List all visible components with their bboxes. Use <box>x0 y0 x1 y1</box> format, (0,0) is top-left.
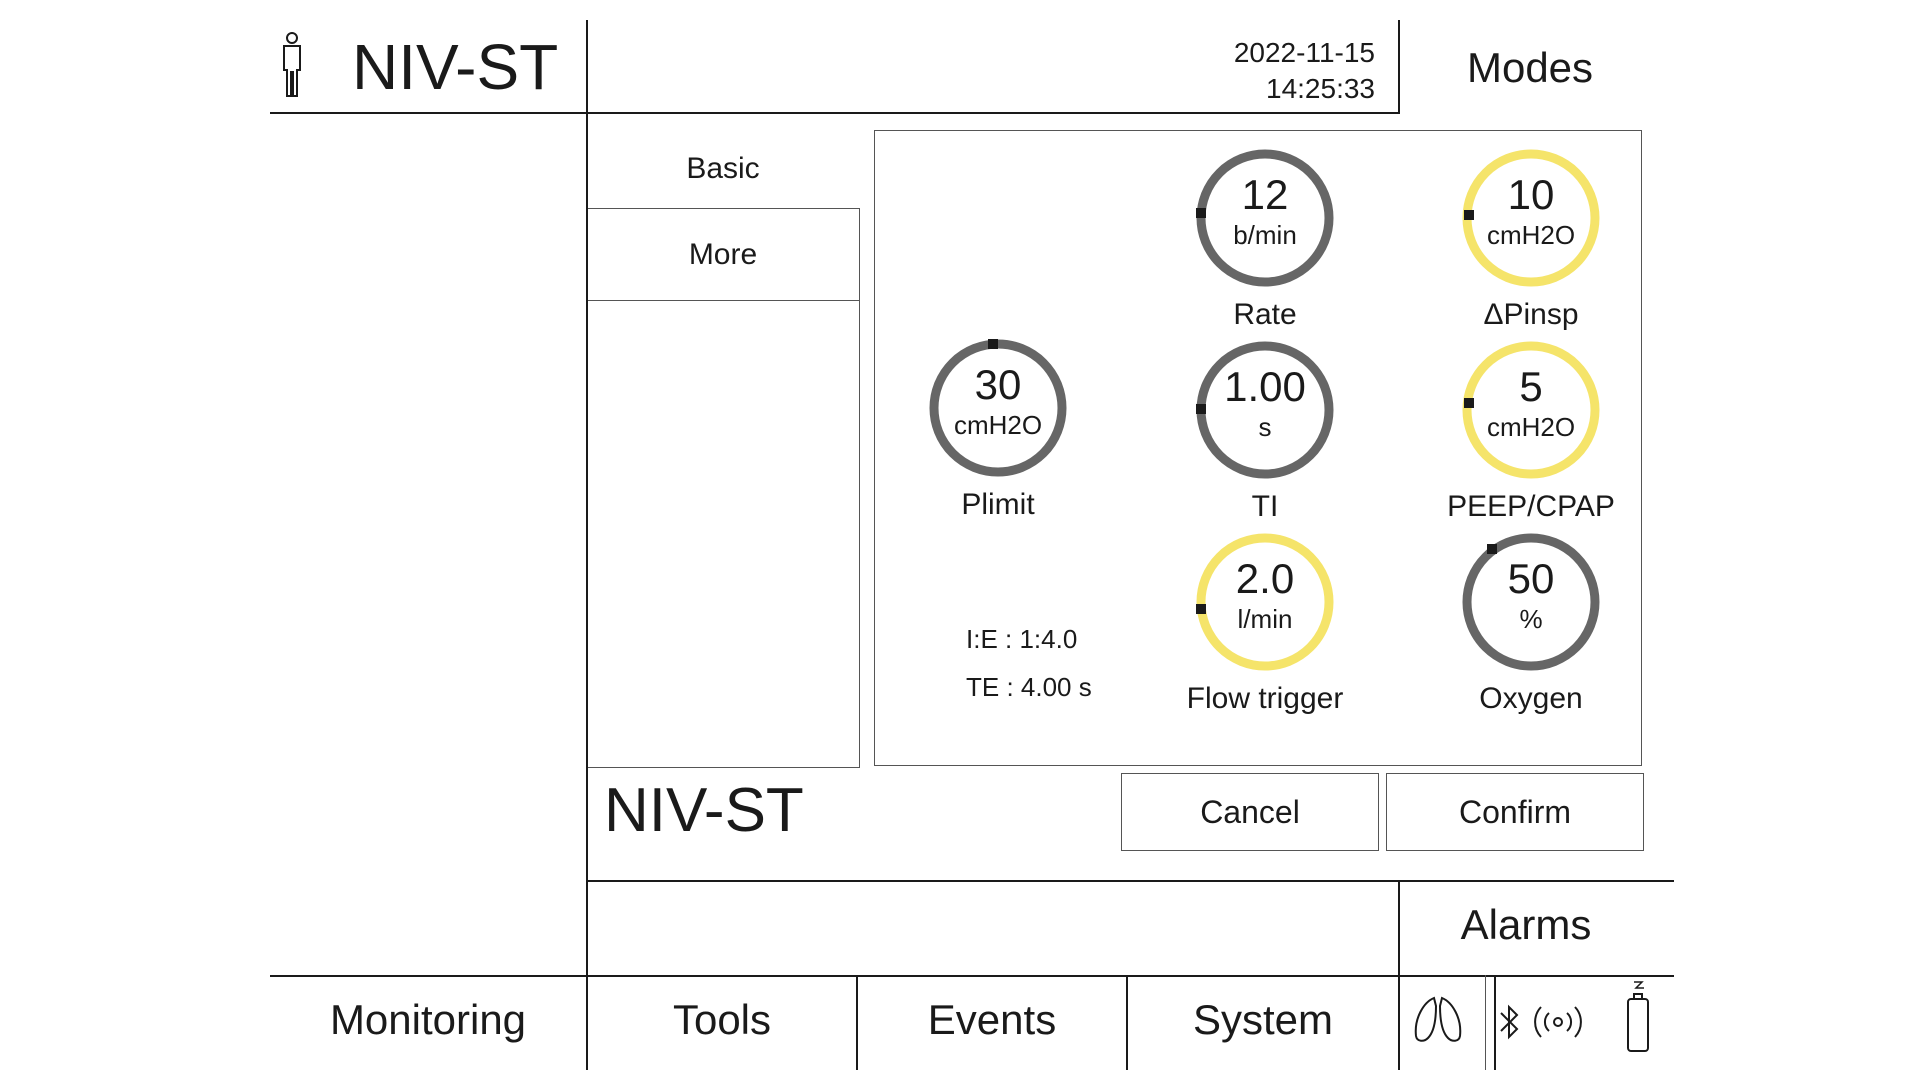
lungs-icon <box>1410 992 1466 1048</box>
flow-trigger-unit: l/min <box>1237 604 1293 634</box>
nav-events[interactable]: Events <box>858 975 1126 1065</box>
ti-dial: 1.00 s <box>1195 340 1335 480</box>
oxygen-unit: % <box>1519 604 1543 634</box>
nav-divider-3 <box>1494 975 1496 1070</box>
tab-basic[interactable]: Basic <box>588 130 858 208</box>
dpinsp-unit: cmH2O <box>1486 220 1576 250</box>
header-bottom-border-mid <box>588 112 1400 114</box>
peep-value: 5 <box>1519 363 1543 410</box>
status-divider <box>1485 975 1486 1070</box>
tab-more[interactable]: More <box>588 210 858 300</box>
ti-knob[interactable]: 1.00 s TI <box>1180 340 1350 524</box>
oxygen-label: Oxygen <box>1479 682 1583 715</box>
flow-trigger-knob[interactable]: 2.0 l/min Flow trigger <box>1180 532 1350 716</box>
rate-dial: 12 b/min <box>1195 148 1335 288</box>
rate-value: 12 <box>1241 171 1289 218</box>
flow-trigger-dial: 2.0 l/min <box>1195 532 1335 672</box>
wireless-signal-icon <box>1530 1004 1586 1040</box>
plimit-label: Plimit <box>961 488 1035 521</box>
dpinsp-knob[interactable]: 10 cmH2O ΔPinsp <box>1446 148 1616 332</box>
battery-charging-icon <box>1624 980 1652 1054</box>
time-text: 14:25:33 <box>1266 73 1375 104</box>
modes-button[interactable]: Modes <box>1410 30 1650 105</box>
peep-label: PEEP/CPAP <box>1447 490 1615 523</box>
oxygen-dial: 50 % <box>1461 532 1601 672</box>
rate-label: Rate <box>1233 298 1297 331</box>
oxygen-knob[interactable]: 50 % Oxygen <box>1446 532 1616 716</box>
flow-trigger-value: 2.0 <box>1235 555 1295 602</box>
alarm-message-area <box>590 882 1396 974</box>
nav-system[interactable]: System <box>1128 975 1398 1065</box>
ie-ratio-text: I:E : 1:4.0 <box>966 624 1078 654</box>
bluetooth-icon <box>1497 1002 1523 1042</box>
dpinsp-dial: 10 cmH2O <box>1461 148 1601 288</box>
rate-knob[interactable]: 12 b/min Rate <box>1180 148 1350 332</box>
tab-more-bottom-border <box>588 300 860 301</box>
header-bottom-border-left <box>270 112 588 114</box>
datetime-divider <box>1398 20 1400 114</box>
plimit-unit: cmH2O <box>953 410 1043 440</box>
peep-dial: 5 cmH2O <box>1461 340 1601 480</box>
ti-label: TI <box>1251 490 1279 523</box>
te-text: TE : 4.00 s <box>966 672 1092 702</box>
plimit-knob[interactable]: 30 cmH2O Plimit <box>913 338 1083 522</box>
rate-unit: b/min <box>1233 220 1297 250</box>
oxygen-value: 50 <box>1507 555 1555 602</box>
patient-icon <box>278 32 306 98</box>
peep-unit: cmH2O <box>1486 412 1576 442</box>
ti-unit: s <box>1258 412 1272 442</box>
cancel-button[interactable]: Cancel <box>1121 773 1379 851</box>
nav-tools[interactable]: Tools <box>588 975 856 1065</box>
nav-monitoring[interactable]: Monitoring <box>270 975 586 1065</box>
dpinsp-value: 10 <box>1507 171 1555 218</box>
dpinsp-label: ΔPinsp <box>1483 298 1579 331</box>
flow-trigger-label: Flow trigger <box>1186 682 1344 715</box>
peep-knob[interactable]: 5 cmH2O PEEP/CPAP <box>1446 340 1616 524</box>
plimit-value: 30 <box>974 361 1022 408</box>
alarms-button[interactable]: Alarms <box>1392 880 1660 970</box>
current-mode-title: NIV-ST <box>352 31 559 103</box>
selected-mode-label: NIV-ST <box>604 776 804 845</box>
datetime-display: 2022-11-15 14:25:33 <box>1234 35 1375 107</box>
plimit-dial: 30 cmH2O <box>928 338 1068 478</box>
date-text: 2022-11-15 <box>1233 37 1375 68</box>
ti-value: 1.00 <box>1224 363 1306 410</box>
confirm-button[interactable]: Confirm <box>1386 773 1644 851</box>
